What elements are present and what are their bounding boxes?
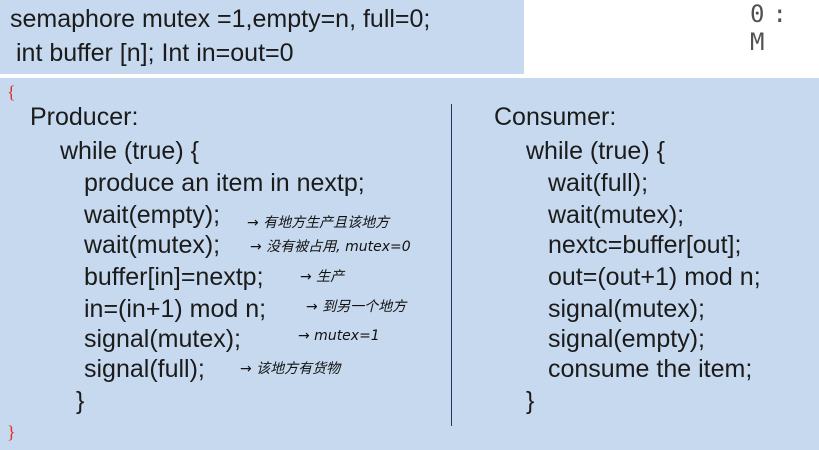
consumer-line: wait(full); (548, 169, 649, 197)
declaration-buffer: int buffer [n]; Int in=out=0 (16, 39, 294, 67)
consumer-title: Consumer: (494, 103, 617, 131)
annotation-signal-full: → 该地方有货物 (240, 361, 341, 377)
annotation-wait-empty: → 有地方生产且该地方 (247, 215, 390, 231)
producer-line: signal(full); (84, 355, 205, 383)
annotation-signal-mutex: → mutex=1 (298, 328, 380, 344)
consumer-line: signal(empty); (548, 325, 705, 353)
opening-brace: { (7, 82, 16, 102)
producer-line: } (76, 387, 85, 415)
producer-line: signal(mutex); (84, 325, 241, 353)
annotation-wait-mutex: → 没有被占用, mutex=0 (250, 239, 411, 255)
consumer-line: nextc=buffer[out]; (548, 231, 742, 259)
producer-line: buffer[in]=nextp; (84, 263, 264, 291)
producer-line: wait(empty); (84, 201, 221, 229)
annotation-buffer: → 生产 (300, 269, 345, 285)
consumer-line: out=(out+1) mod n; (548, 263, 761, 291)
closing-brace: } (7, 422, 16, 442)
producer-line: produce an item in nextp; (84, 169, 365, 197)
consumer-line: } (526, 387, 535, 415)
partial-corner-text: 0: M (750, 0, 795, 56)
annotation-in: → 到另一个地方 (306, 299, 407, 315)
consumer-line: signal(mutex); (548, 295, 705, 323)
consumer-line: wait(mutex); (548, 201, 685, 229)
producer-line: in=(in+1) mod n; (84, 295, 267, 323)
consumer-line: consume the item; (548, 355, 753, 383)
column-divider (451, 104, 452, 426)
consumer-line: while (true) { (526, 137, 665, 165)
producer-title: Producer: (30, 103, 139, 131)
producer-line: while (true) { (60, 137, 199, 165)
producer-line: wait(mutex); (84, 231, 221, 259)
declaration-semaphores: semaphore mutex =1,empty=n, full=0; (10, 5, 431, 33)
